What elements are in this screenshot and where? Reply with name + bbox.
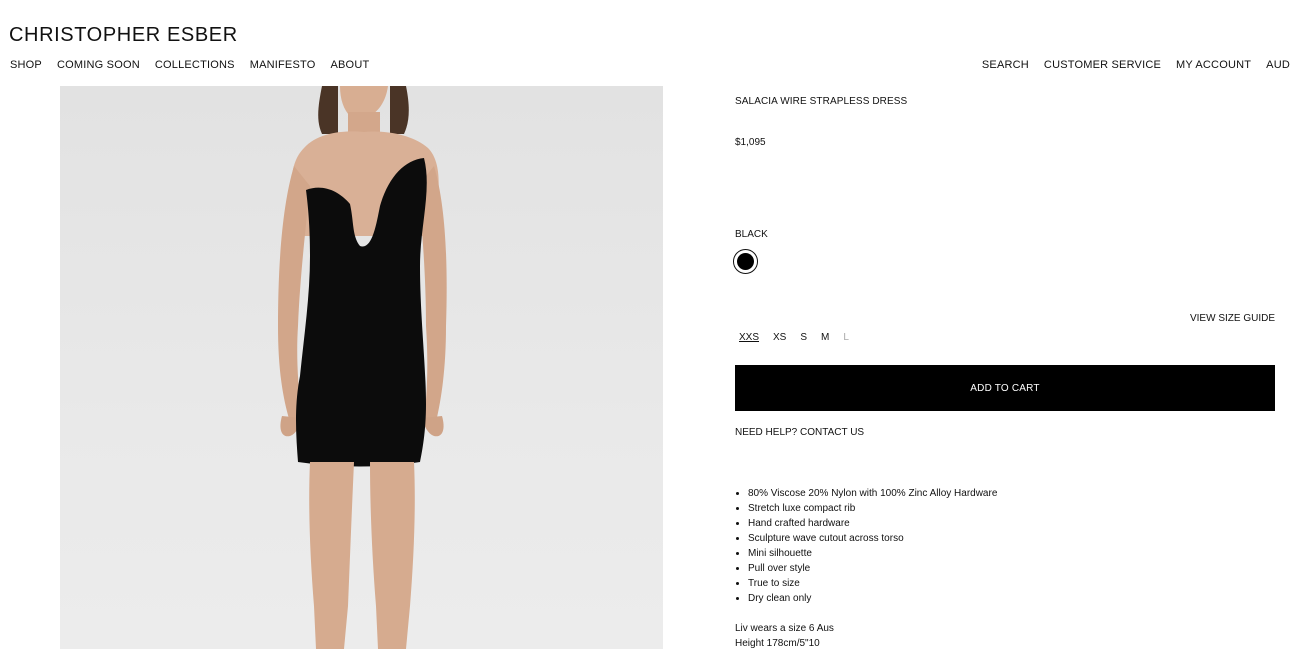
nav-customer-service[interactable]: CUSTOMER SERVICE [1044, 59, 1161, 71]
product-price: $1,095 [735, 137, 766, 148]
model-info: Liv wears a size 6 Aus Height 178cm/5"10 [735, 621, 834, 651]
nav-about[interactable]: ABOUT [330, 59, 369, 71]
feature-item: Dry clean only [748, 591, 997, 606]
size-option-m[interactable]: M [821, 332, 829, 343]
feature-item: Hand crafted hardware [748, 516, 997, 531]
add-to-cart-button[interactable]: ADD TO CART [735, 365, 1275, 411]
contact-us-link[interactable]: NEED HELP? CONTACT US [735, 427, 864, 438]
color-label: BLACK [735, 229, 768, 240]
size-guide-link[interactable]: VIEW SIZE GUIDE [1190, 313, 1275, 324]
feature-item: Pull over style [748, 561, 997, 576]
feature-item: Sculpture wave cutout across torso [748, 531, 997, 546]
nav-shop[interactable]: SHOP [10, 59, 42, 71]
product-title: SALACIA WIRE STRAPLESS DRESS [735, 96, 908, 107]
nav-collections[interactable]: COLLECTIONS [155, 59, 235, 71]
main-nav: SHOP COMING SOON COLLECTIONS MANIFESTO A… [10, 59, 369, 71]
size-option-xxs[interactable]: XXS [739, 332, 759, 343]
nav-manifesto[interactable]: MANIFESTO [250, 59, 316, 71]
color-swatch-black[interactable] [733, 249, 758, 274]
product-image[interactable] [60, 86, 663, 649]
currency-selector[interactable]: AUD [1266, 59, 1290, 71]
size-option-xs[interactable]: XS [773, 332, 786, 343]
utility-nav: SEARCH CUSTOMER SERVICE MY ACCOUNT AUD [982, 59, 1290, 71]
feature-item: Stretch luxe compact rib [748, 501, 997, 516]
size-option-l[interactable]: L [843, 332, 849, 343]
brand-logo[interactable]: CHRISTOPHER ESBER [9, 24, 238, 47]
nav-coming-soon[interactable]: COMING SOON [57, 59, 140, 71]
nav-my-account[interactable]: MY ACCOUNT [1176, 59, 1251, 71]
model-photo-illustration [278, 86, 447, 649]
size-option-s[interactable]: S [800, 332, 807, 343]
feature-list: 80% Viscose 20% Nylon with 100% Zinc All… [747, 486, 997, 606]
feature-item: True to size [748, 576, 997, 591]
size-selector: XXS XS S M L [739, 332, 849, 343]
nav-search[interactable]: SEARCH [982, 59, 1029, 71]
swatch-fill [736, 252, 754, 270]
feature-item: Mini silhouette [748, 546, 997, 561]
site-header: CHRISTOPHER ESBER SHOP COMING SOON COLLE… [0, 0, 1294, 86]
model-size: Liv wears a size 6 Aus [735, 623, 834, 634]
feature-item: 80% Viscose 20% Nylon with 100% Zinc All… [748, 486, 997, 501]
